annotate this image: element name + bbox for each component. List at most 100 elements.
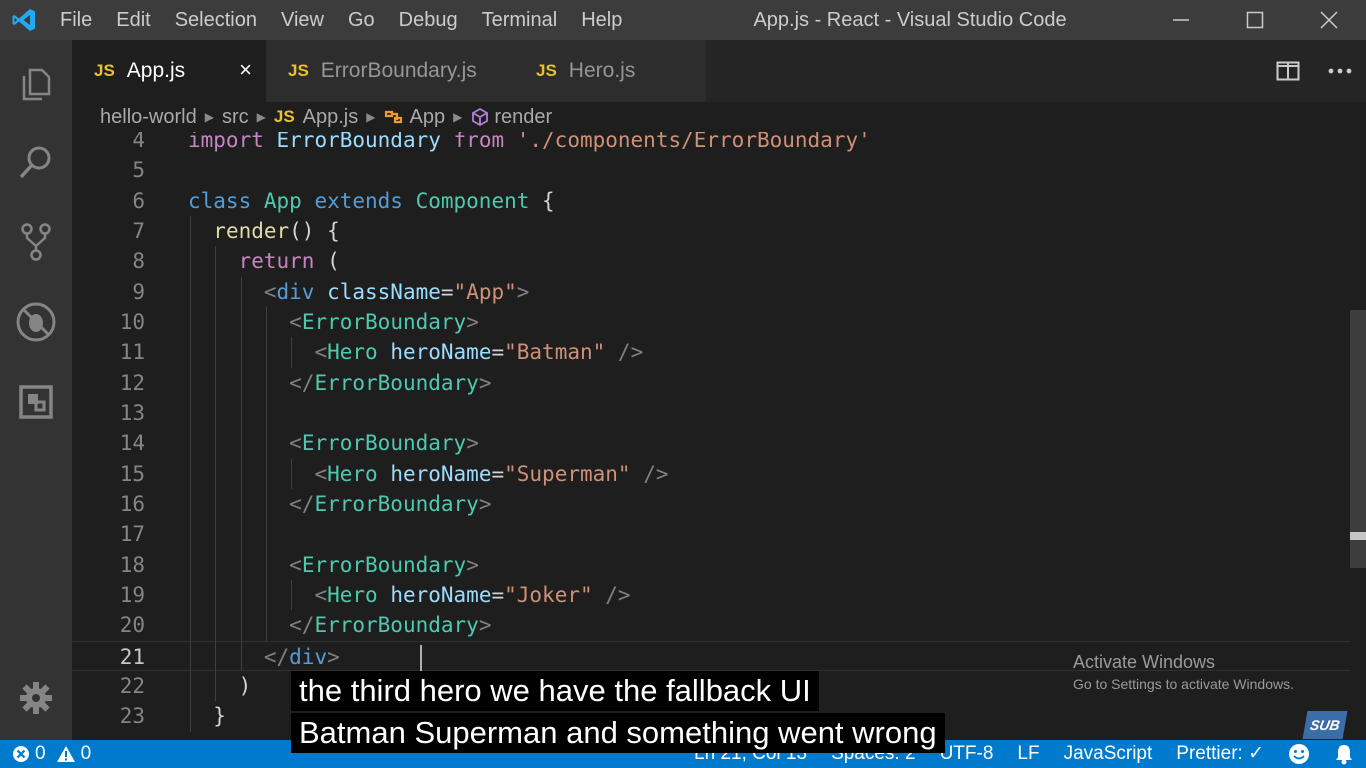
- gear-icon[interactable]: [0, 662, 72, 734]
- code-token: "App": [453, 279, 517, 304]
- vertical-scrollbar[interactable]: [1350, 310, 1366, 568]
- code-editor[interactable]: 4 import ErrorBoundary from './components…: [72, 132, 1366, 740]
- code-token: />: [630, 461, 669, 486]
- code-token: >: [466, 431, 479, 456]
- close-icon: [1320, 11, 1338, 29]
- source-control-icon[interactable]: [0, 206, 72, 278]
- line-number: 20: [119, 613, 145, 638]
- code-token: >: [478, 491, 492, 516]
- code-text: <ErrorBoundary>: [188, 428, 479, 458]
- problems-indicator[interactable]: 0 0: [0, 740, 103, 768]
- code-token: App: [263, 188, 315, 213]
- menu-terminal[interactable]: Terminal: [470, 0, 570, 40]
- code-token: </: [289, 370, 315, 395]
- code-line: 4 import ErrorBoundary from './components…: [72, 132, 1350, 155]
- menu-selection[interactable]: Selection: [163, 0, 269, 40]
- minimize-button[interactable]: [1144, 0, 1218, 40]
- more-actions-button[interactable]: [1314, 40, 1366, 102]
- breadcrumb-folder-hello-world[interactable]: hello-world: [100, 106, 197, 129]
- line-number: 22: [119, 673, 145, 698]
- extensions-icon[interactable]: [0, 366, 72, 438]
- activate-windows-watermark: Activate Windows Go to Settings to activ…: [1073, 650, 1294, 694]
- code-token: >: [478, 613, 492, 638]
- menu-file[interactable]: File: [48, 0, 104, 40]
- code-token: <: [314, 582, 328, 607]
- code-text: return (: [188, 246, 340, 276]
- line-number: 18: [119, 552, 145, 577]
- tab-bar: JS App.js × JS ErrorBoundary.js JS Hero.…: [72, 40, 1366, 102]
- line-number: 16: [119, 491, 145, 516]
- code-token: ErrorBoundary: [314, 491, 479, 516]
- code-line: 12 </ErrorBoundary>: [72, 368, 1350, 398]
- code-text: </ErrorBoundary>: [188, 368, 491, 398]
- more-icon: [1328, 68, 1352, 74]
- code-token: Hero: [327, 340, 391, 365]
- error-count: 0: [35, 743, 46, 764]
- end-of-line[interactable]: LF: [1005, 740, 1051, 768]
- line-number: 11: [119, 340, 145, 365]
- code-line: 10 <ErrorBoundary>: [72, 307, 1350, 337]
- breadcrumb-method[interactable]: render: [470, 106, 552, 129]
- close-window-button[interactable]: [1292, 0, 1366, 40]
- search-icon[interactable]: [0, 126, 72, 198]
- code-line: 6 class App extends Component {: [72, 186, 1350, 216]
- code-token: </: [289, 491, 315, 516]
- code-token: >: [327, 644, 340, 669]
- breadcrumb-file[interactable]: JS App.js: [274, 106, 358, 129]
- tab-hero-js[interactable]: JS Hero.js: [514, 40, 706, 102]
- code-line: 9 <div className="App">: [72, 277, 1350, 307]
- line-number: 13: [119, 400, 145, 425]
- tab-errorboundary-js[interactable]: JS ErrorBoundary.js: [266, 40, 514, 102]
- breadcrumb-file-label: App.js: [302, 105, 359, 128]
- menu-edit[interactable]: Edit: [104, 0, 162, 40]
- menu-view[interactable]: View: [269, 0, 336, 40]
- breadcrumb-class[interactable]: App: [383, 106, 445, 129]
- menu-go[interactable]: Go: [336, 0, 387, 40]
- code-token: Component: [415, 188, 543, 213]
- code-token: './components/ErrorBoundary': [516, 132, 871, 152]
- split-editor-button[interactable]: [1262, 40, 1314, 102]
- tab-label: App.js: [126, 59, 186, 82]
- breadcrumb-folder-src[interactable]: src: [222, 106, 249, 129]
- code-token: ): [238, 673, 252, 698]
- line-number: 19: [119, 582, 145, 607]
- prettier-status[interactable]: Prettier: ✓: [1164, 740, 1276, 768]
- code-line: 14 <ErrorBoundary>: [72, 428, 1350, 458]
- language-mode[interactable]: JavaScript: [1052, 740, 1165, 768]
- js-file-icon: JS: [288, 61, 309, 80]
- code-token: "Batman": [504, 340, 606, 365]
- line-number: 14: [119, 431, 145, 456]
- line-number: 15: [119, 461, 145, 486]
- code-token: =: [491, 340, 505, 365]
- tab-app-js[interactable]: JS App.js ×: [72, 40, 266, 102]
- close-icon[interactable]: ×: [239, 58, 252, 82]
- line-number: 10: [119, 309, 145, 334]
- indent-guide: [291, 579, 293, 611]
- menu-debug[interactable]: Debug: [387, 0, 470, 40]
- code-token: <: [289, 431, 302, 456]
- breadcrumb: hello-world ▶ src ▶ JS App.js ▶ App ▶ re…: [72, 102, 1366, 132]
- notifications-button[interactable]: [1322, 743, 1366, 765]
- line-number: 9: [132, 279, 145, 304]
- feedback-button[interactable]: [1276, 743, 1322, 765]
- menu-help[interactable]: Help: [569, 0, 634, 40]
- code-token: </: [263, 644, 290, 669]
- code-token: div: [289, 644, 328, 669]
- code-line: 5: [72, 155, 1350, 185]
- maximize-button[interactable]: [1218, 0, 1292, 40]
- debug-icon[interactable]: [0, 286, 72, 358]
- code-token: "Superman": [504, 461, 631, 486]
- title-bar: File Edit Selection View Go Debug Termin…: [0, 0, 1366, 40]
- code-line: 11 <Hero heroName="Batman" />: [72, 337, 1350, 367]
- split-editor-icon: [1276, 61, 1300, 81]
- code-token: ErrorBoundary: [301, 431, 467, 456]
- files-icon[interactable]: [0, 48, 72, 120]
- text-cursor: [420, 645, 422, 671]
- code-token: =: [440, 279, 454, 304]
